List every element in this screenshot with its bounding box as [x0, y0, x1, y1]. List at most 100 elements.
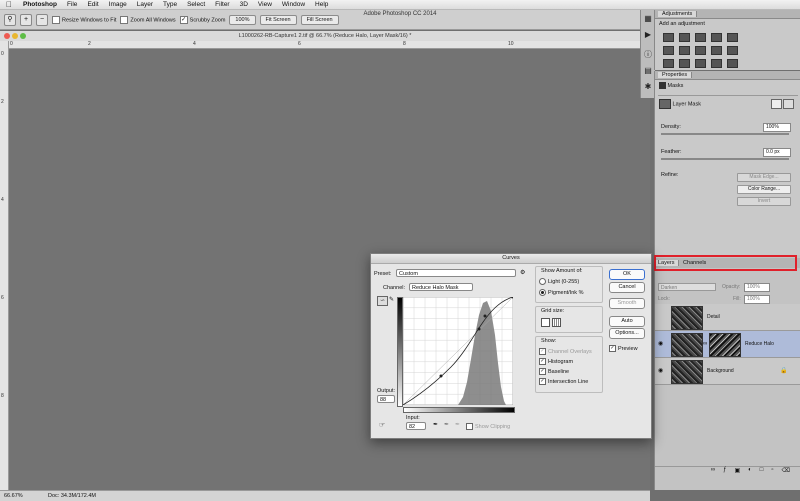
layer-row-reduce-halo[interactable]: ◉ ∞ Reduce Halo	[655, 331, 800, 358]
light-radio[interactable]: Light (0-255)	[539, 278, 579, 285]
curves-icon[interactable]	[695, 33, 706, 42]
channel-overlays-option[interactable]: ✓ Channel Overlays	[539, 348, 592, 355]
output-field[interactable]: 88	[377, 395, 395, 403]
zoom-100-button[interactable]: 100%	[229, 14, 256, 25]
menu-view[interactable]: View	[253, 0, 277, 9]
properties-tab[interactable]: Properties	[658, 72, 693, 78]
channel-select[interactable]: Reduce Halo Mask	[409, 283, 473, 291]
menu-app[interactable]: Photoshop	[18, 0, 62, 9]
auto-button[interactable]: Auto	[609, 316, 645, 327]
gradient-map-icon[interactable]	[711, 59, 722, 68]
invert-icon[interactable]	[663, 59, 674, 68]
feather-field[interactable]: 0.0 px	[763, 148, 791, 157]
menu-select[interactable]: Select	[182, 0, 210, 9]
show-clipping-option[interactable]: Show Clipping	[466, 423, 510, 430]
curves-graph[interactable]	[403, 297, 513, 405]
menu-file[interactable]: File	[62, 0, 82, 9]
channel-mixer-icon[interactable]	[727, 46, 738, 55]
grid-detailed-icon[interactable]	[552, 318, 561, 327]
preset-select[interactable]: Custom	[396, 269, 516, 277]
black-white-icon[interactable]	[695, 46, 706, 55]
curve-edit-icon[interactable]: ∽	[377, 296, 388, 306]
layer-row-detail[interactable]: Detail	[655, 304, 800, 331]
color-range-button[interactable]: Color Range...	[737, 185, 791, 194]
density-slider[interactable]	[661, 133, 789, 135]
grid-simple-icon[interactable]	[541, 318, 550, 327]
menu-edit[interactable]: Edit	[82, 0, 103, 9]
fit-screen-button[interactable]: Fit Screen	[259, 14, 297, 25]
menu-3d[interactable]: 3D	[235, 0, 253, 9]
visibility-eye-icon[interactable]: ◉	[658, 340, 663, 347]
vector-mask-icon[interactable]	[783, 99, 794, 109]
brightness-icon[interactable]	[663, 33, 674, 42]
feather-slider[interactable]	[661, 158, 789, 160]
opacity-field[interactable]: 100%	[744, 283, 770, 292]
new-adjustment-icon[interactable]: ◐	[748, 467, 752, 476]
menu-layer[interactable]: Layer	[132, 0, 158, 9]
resize-windows-option[interactable]: Resize Windows to Fit	[52, 15, 116, 24]
fx-icon[interactable]: ƒ	[723, 467, 726, 476]
black-eyedropper-icon[interactable]: ✒	[433, 421, 438, 428]
curve-point[interactable]	[439, 374, 443, 378]
hue-saturation-icon[interactable]	[663, 46, 674, 55]
mask-edge-button[interactable]: Mask Edge...	[737, 173, 791, 182]
vibrance-icon[interactable]	[727, 33, 738, 42]
curve-point[interactable]	[477, 327, 481, 331]
preview-option[interactable]: ✓ Preview	[609, 345, 638, 352]
settings-icon[interactable]: ✱	[643, 82, 653, 92]
gear-icon[interactable]: ⚙	[520, 269, 525, 276]
new-layer-icon[interactable]: ▫	[771, 467, 773, 476]
adjustments-tab[interactable]: Adjustments	[658, 11, 698, 17]
add-mask-icon[interactable]: ▣	[734, 467, 740, 476]
white-eyedropper-icon[interactable]: ✒	[455, 421, 460, 428]
link-layers-icon[interactable]: ∞	[711, 467, 715, 476]
layer-row-background[interactable]: ◉ Background 🔒	[655, 358, 800, 385]
invert-button[interactable]: Invert	[737, 197, 791, 206]
zoom-in-icon[interactable]: +	[20, 13, 32, 26]
input-field[interactable]: 82	[406, 422, 426, 430]
color-balance-icon[interactable]	[679, 46, 690, 55]
gray-eyedropper-icon[interactable]: ✒	[444, 421, 449, 428]
info-icon[interactable]: ⓘ	[643, 50, 653, 60]
fill-screen-button[interactable]: Fill Screen	[300, 14, 339, 25]
vertical-ruler[interactable]: 0 2 4 6 8	[0, 41, 9, 491]
apple-icon[interactable]: 	[0, 0, 18, 9]
visibility-eye-icon[interactable]: ◉	[658, 367, 663, 374]
threshold-icon[interactable]	[695, 59, 706, 68]
density-field[interactable]: 100%	[763, 123, 791, 132]
menu-filter[interactable]: Filter	[210, 0, 234, 9]
menu-type[interactable]: Type	[158, 0, 182, 9]
ok-button[interactable]: OK	[609, 269, 645, 280]
fill-field[interactable]: 100%	[744, 295, 770, 304]
link-icon[interactable]: ∞	[703, 341, 707, 347]
zoom-tool-icon[interactable]: ⚲	[4, 13, 16, 26]
actions-icon[interactable]: ▶	[643, 30, 653, 40]
zoom-all-option[interactable]: Zoom All Windows	[120, 15, 176, 24]
history-icon[interactable]: ▦	[643, 14, 653, 24]
pencil-icon[interactable]: ✎	[389, 296, 394, 303]
horizontal-ruler[interactable]: 0 2 4 6 8 10	[8, 41, 650, 49]
new-group-icon[interactable]: □	[760, 467, 764, 476]
exposure-icon[interactable]	[711, 33, 722, 42]
selective-color-icon[interactable]	[727, 59, 738, 68]
histogram-option[interactable]: ✓ Histogram	[539, 358, 573, 365]
photo-filter-icon[interactable]	[711, 46, 722, 55]
baseline-option[interactable]: ✓ Baseline	[539, 368, 569, 375]
smooth-button[interactable]: Smooth	[609, 298, 645, 309]
zoom-out-icon[interactable]: −	[36, 13, 48, 26]
levels-icon[interactable]	[679, 33, 690, 42]
hand-target-icon[interactable]: ☞	[379, 421, 385, 429]
trash-icon[interactable]: ⌫	[782, 467, 790, 476]
menu-image[interactable]: Image	[104, 0, 132, 9]
pixel-mask-icon[interactable]	[771, 99, 782, 109]
options-button[interactable]: Options...	[609, 328, 645, 339]
layer-mask-thumbnail[interactable]	[709, 333, 741, 357]
cancel-button[interactable]: Cancel	[609, 282, 645, 293]
intersection-line-option[interactable]: ✓ Intersection Line	[539, 378, 588, 385]
scrubby-zoom-option[interactable]: ✓ Scrubby Zoom	[179, 15, 225, 24]
curve-point[interactable]	[483, 314, 487, 318]
menu-help[interactable]: Help	[310, 0, 333, 9]
posterize-icon[interactable]	[679, 59, 690, 68]
menu-window[interactable]: Window	[277, 0, 310, 9]
swatches-icon[interactable]: ▤	[643, 66, 653, 76]
